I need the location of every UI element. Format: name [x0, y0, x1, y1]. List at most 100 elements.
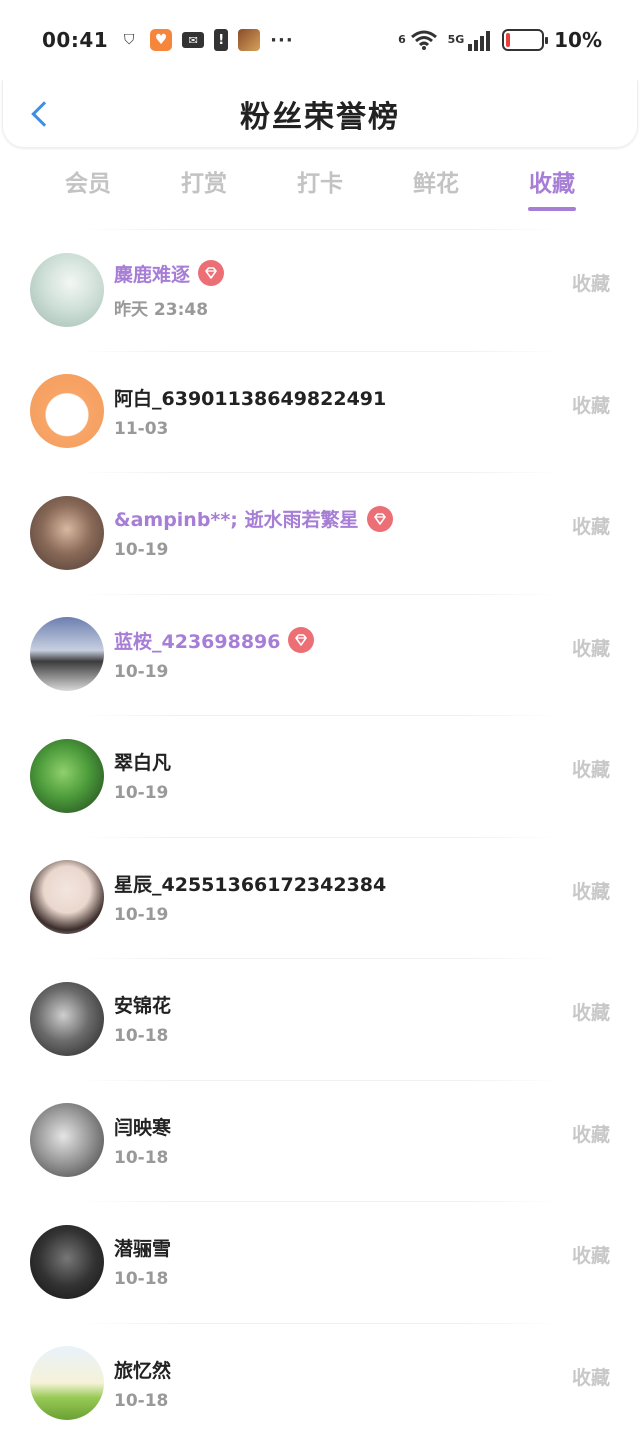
timestamp: 11-03	[114, 419, 386, 439]
tab-tips[interactable]: 打赏	[146, 156, 262, 216]
action-label: 收藏	[572, 877, 610, 904]
name-line: 麋鹿难逐	[114, 260, 224, 287]
tab-bar: 会员 打赏 打卡 鲜花 收藏	[30, 156, 610, 216]
user-info: 麋鹿难逐昨天 23:48	[114, 260, 224, 320]
avatar[interactable]	[30, 1346, 104, 1420]
user-info: 翠白凡 10-19	[114, 748, 171, 803]
list-item[interactable]: 麋鹿难逐昨天 23:48 收藏	[0, 229, 640, 351]
tab-label: 打卡	[297, 164, 343, 198]
user-info: &ampinb**; 逝水雨若繁星 10-19	[114, 505, 393, 560]
action-label: 收藏	[572, 634, 610, 661]
avatar[interactable]	[30, 1225, 104, 1299]
user-name[interactable]: 翠白凡	[114, 748, 171, 775]
tab-label: 收藏	[529, 164, 575, 198]
tab-underline	[64, 207, 112, 211]
name-line: &ampinb**; 逝水雨若繁星	[114, 505, 393, 532]
action-label: 收藏	[572, 1363, 610, 1390]
battery-fill	[506, 33, 509, 47]
user-name[interactable]: 旅忆然	[114, 1356, 171, 1383]
name-line: 星辰_42551366172342384	[114, 870, 386, 897]
vip-diamond-icon	[288, 627, 314, 653]
name-line: 蓝桉_423698896	[114, 627, 314, 654]
list-item[interactable]: 潜骊雪10-18收藏	[0, 1201, 640, 1323]
vip-diamond-icon	[367, 506, 393, 532]
user-name[interactable]: 星辰_42551366172342384	[114, 870, 386, 897]
tab-underline	[180, 207, 228, 211]
name-line: 安锦花	[114, 991, 171, 1018]
status-bar: 00:41 ⛉ ♥ ✉ ! ··· 6 5G	[0, 0, 640, 80]
timestamp: 10-19	[114, 540, 393, 560]
action-label: 收藏	[572, 755, 610, 782]
more-notifications-icon: ···	[270, 30, 294, 51]
tab-underline	[528, 207, 576, 211]
name-line: 翠白凡	[114, 748, 171, 775]
avatar[interactable]	[30, 982, 104, 1056]
timestamp: 10-19	[114, 905, 386, 925]
user-name[interactable]: &ampinb**; 逝水雨若繁星	[114, 505, 359, 532]
shield-notification-icon: ⛉	[118, 29, 140, 51]
fan-list: 麋鹿难逐昨天 23:48收藏阿白_6390113864982249111-03收…	[0, 229, 640, 1444]
wifi-icon: 6	[398, 29, 438, 51]
list-item[interactable]: 星辰_42551366172342384 10-19 收藏	[0, 837, 640, 959]
vip-diamond-icon	[198, 260, 224, 286]
list-item[interactable]: 阿白_63901138649822491 11-03 收藏	[0, 351, 640, 473]
mail-icon: ✉	[182, 32, 204, 48]
user-info: 阿白_63901138649822491 11-03	[114, 384, 386, 439]
wifi-label: 6	[398, 33, 406, 46]
nav-header: 粉丝荣誉榜	[2, 80, 638, 148]
tab-members[interactable]: 会员	[30, 156, 146, 216]
user-info: 星辰_42551366172342384 10-19	[114, 870, 386, 925]
tab-label: 鲜花	[413, 164, 459, 198]
list-item[interactable]: 蓝桉_42369889610-19 收藏	[0, 594, 640, 716]
avatar[interactable]	[30, 617, 104, 691]
timestamp: 10-18	[114, 1148, 171, 1168]
list-item[interactable]: 安锦花 10-18 收藏	[0, 958, 640, 1080]
user-name[interactable]: 闫映寒	[114, 1113, 171, 1140]
user-info: 蓝桉_42369889610-19	[114, 627, 314, 682]
name-line: 潜骊雪	[114, 1234, 171, 1261]
action-label: 收藏	[572, 1120, 610, 1147]
list-item[interactable]: 旅忆然10-18 收藏	[0, 1323, 640, 1444]
timestamp: 10-19	[114, 783, 171, 803]
alert-icon: !	[214, 29, 228, 51]
tab-label: 打赏	[181, 164, 227, 198]
timestamp: 10-18	[114, 1026, 171, 1046]
avatar[interactable]	[30, 374, 104, 448]
network-type: 5G	[448, 33, 465, 46]
game-notification-icon	[238, 29, 260, 51]
user-name[interactable]: 麋鹿难逐	[114, 260, 190, 287]
back-button[interactable]	[25, 94, 55, 134]
status-left: 00:41 ⛉ ♥ ✉ ! ···	[42, 28, 294, 52]
tab-flowers[interactable]: 鲜花	[378, 156, 494, 216]
avatar[interactable]	[30, 253, 104, 327]
list-item[interactable]: 闫映寒 10-18 收藏	[0, 1080, 640, 1202]
action-label: 收藏	[572, 512, 610, 539]
user-info: 潜骊雪10-18	[114, 1234, 171, 1289]
page-title: 粉丝荣誉榜	[240, 92, 400, 136]
battery-percent: 10%	[554, 28, 602, 52]
avatar[interactable]	[30, 1103, 104, 1177]
user-info: 闫映寒 10-18	[114, 1113, 171, 1168]
avatar[interactable]	[30, 860, 104, 934]
user-name[interactable]: 阿白_63901138649822491	[114, 384, 386, 411]
action-label: 收藏	[572, 391, 610, 418]
battery-icon	[502, 29, 544, 51]
list-item[interactable]: &ampinb**; 逝水雨若繁星 10-19 收藏	[0, 472, 640, 594]
tab-checkin[interactable]: 打卡	[262, 156, 378, 216]
name-line: 闫映寒	[114, 1113, 171, 1140]
list-item[interactable]: 翠白凡 10-19 收藏	[0, 715, 640, 837]
user-info: 旅忆然10-18	[114, 1356, 171, 1411]
tab-favorites[interactable]: 收藏	[494, 156, 610, 216]
avatar[interactable]	[30, 496, 104, 570]
cellular-signal-icon: 5G	[448, 29, 493, 51]
user-name[interactable]: 安锦花	[114, 991, 171, 1018]
action-label: 收藏	[572, 269, 610, 296]
status-right: 6 5G 10%	[398, 28, 602, 52]
user-name[interactable]: 蓝桉_423698896	[114, 627, 280, 654]
status-time: 00:41	[42, 28, 108, 52]
avatar[interactable]	[30, 739, 104, 813]
timestamp: 昨天 23:48	[114, 295, 224, 320]
tab-label: 会员	[65, 164, 111, 198]
action-label: 收藏	[572, 998, 610, 1025]
user-name[interactable]: 潜骊雪	[114, 1234, 171, 1261]
